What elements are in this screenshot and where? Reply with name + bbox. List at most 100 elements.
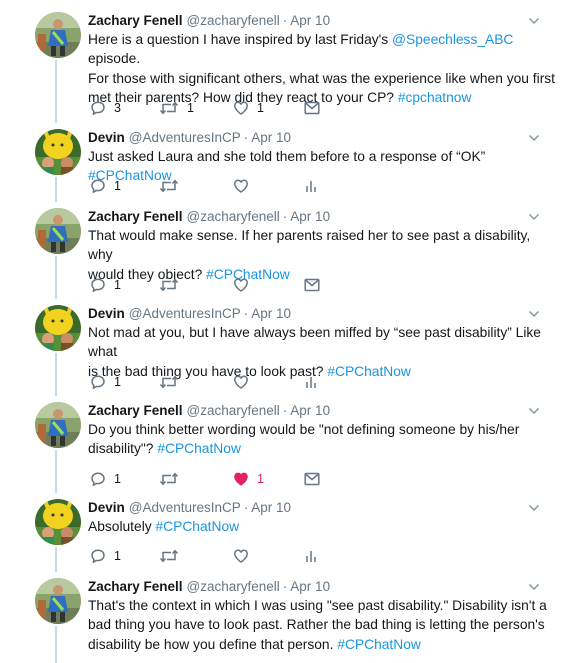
hashtag-link[interactable]: #CPChatNow: [337, 637, 421, 652]
direct-message-button[interactable]: [304, 470, 320, 488]
tweet-timestamp[interactable]: Apr 10: [290, 403, 330, 418]
author-handle[interactable]: @zacharyfenell: [187, 579, 280, 594]
analytics-button[interactable]: [304, 177, 318, 195]
hashtag-link[interactable]: #CPChatNow: [157, 441, 241, 456]
tweet-text-segment: disability"?: [88, 441, 158, 457]
tweet[interactable]: Zachary Fenell @zacharyfenell · Apr 10 That …: [0, 208, 574, 305]
analytics-button[interactable]: [304, 373, 318, 391]
reply-icon: [90, 178, 106, 194]
tweet-text-segment: That would make sense. If her parents ra…: [88, 228, 531, 263]
author-name[interactable]: Zachary Fenell: [88, 579, 183, 594]
like-button[interactable]: [233, 177, 257, 195]
tweet-timestamp[interactable]: Apr 10: [251, 306, 291, 321]
reply-button[interactable]: 1: [90, 470, 121, 488]
retweet-button[interactable]: [159, 547, 187, 565]
avatar[interactable]: [35, 578, 81, 624]
tweet-text-line: Absolutely #CPChatNow: [88, 517, 558, 536]
retweet-button[interactable]: 1: [159, 99, 194, 117]
author-name[interactable]: Zachary Fenell: [88, 13, 183, 28]
avatar[interactable]: [35, 12, 81, 58]
tweet[interactable]: Zachary Fenell @zacharyfenell · Apr 10 Do yo…: [0, 402, 574, 499]
author-handle[interactable]: @zacharyfenell: [187, 209, 280, 224]
retweet-button[interactable]: [159, 177, 187, 195]
analytics-icon: [304, 548, 318, 564]
tweet-text-segment: bad thing you have to look past. Rather …: [88, 617, 545, 633]
reply-button[interactable]: 1: [90, 547, 121, 565]
hashtag-link[interactable]: @Speechless_ABC: [392, 32, 513, 47]
tweet-text-segment: Just asked Laura and she told them befor…: [88, 149, 486, 164]
reply-icon: [90, 277, 106, 293]
like-button[interactable]: [233, 547, 257, 565]
retweet-icon: [159, 277, 179, 293]
retweet-button[interactable]: [159, 373, 187, 391]
caret-down-icon[interactable]: [528, 307, 540, 319]
reply-button[interactable]: 1: [90, 177, 121, 195]
tweet-timestamp[interactable]: Apr 10: [290, 579, 330, 594]
avatar[interactable]: [35, 402, 81, 448]
hashtag-link[interactable]: #cpchatnow: [398, 90, 472, 105]
retweet-icon: [159, 100, 179, 116]
tweet-timestamp[interactable]: Apr 10: [251, 130, 291, 145]
tweet-text-line: bad thing you have to look past. Rather …: [88, 615, 558, 634]
tweet-text-segment: Absolutely: [88, 519, 156, 534]
tweet-header: Zachary Fenell @zacharyfenell · Apr 10: [88, 402, 330, 420]
hashtag-link[interactable]: #CPChatNow: [327, 364, 411, 379]
tweet-timestamp[interactable]: Apr 10: [290, 209, 330, 224]
tweet-text-line: Do you think better wording would be "no…: [88, 420, 558, 439]
tweet-text-line: disability"? #CPChatNow: [88, 439, 558, 458]
tweet[interactable]: Devin @AdventuresInCP · Apr 10 Just asked La…: [0, 129, 574, 208]
caret-down-icon[interactable]: [528, 210, 540, 222]
author-name[interactable]: Zachary Fenell: [88, 209, 183, 224]
retweet-button[interactable]: [159, 470, 187, 488]
tweet-text-line: Here is a question I have inspired by la…: [88, 30, 558, 69]
tweet[interactable]: Zachary Fenell @zacharyfenell · Apr 10 That'…: [0, 578, 574, 663]
tweet-text-line: That's the context in which I was using …: [88, 596, 558, 615]
avatar[interactable]: [35, 208, 81, 254]
author-handle[interactable]: @AdventuresInCP: [129, 306, 241, 321]
separator-dot: ·: [243, 130, 249, 145]
author-name[interactable]: Zachary Fenell: [88, 403, 183, 418]
like-button[interactable]: 1: [233, 470, 264, 488]
tweet-timestamp[interactable]: Apr 10: [290, 13, 330, 28]
retweet-icon: [159, 374, 179, 390]
separator-dot: ·: [282, 403, 288, 418]
caret-down-icon[interactable]: [528, 14, 540, 26]
reply-button[interactable]: 1: [90, 276, 121, 294]
tweet-header: Zachary Fenell @zacharyfenell · Apr 10: [88, 578, 330, 596]
reply-button[interactable]: 1: [90, 373, 121, 391]
avatar[interactable]: [35, 305, 81, 351]
avatar[interactable]: [35, 129, 81, 175]
like-button[interactable]: 1: [233, 99, 264, 117]
like-button[interactable]: [233, 276, 257, 294]
author-handle[interactable]: @AdventuresInCP: [129, 500, 241, 515]
tweet-timestamp[interactable]: Apr 10: [251, 500, 291, 515]
caret-down-icon[interactable]: [528, 404, 540, 416]
direct-message-button[interactable]: [304, 276, 320, 294]
like-button[interactable]: [233, 373, 257, 391]
tweet[interactable]: Zachary Fenell @zacharyfenell · Apr 10 Here …: [0, 12, 574, 129]
heart-icon: [233, 100, 249, 116]
caret-down-icon[interactable]: [528, 131, 540, 143]
heart-icon: [233, 178, 249, 194]
avatar[interactable]: [35, 499, 81, 545]
author-handle[interactable]: @zacharyfenell: [187, 13, 280, 28]
reply-button[interactable]: 3: [90, 99, 121, 117]
retweet-button[interactable]: [159, 276, 187, 294]
author-name[interactable]: Devin: [88, 130, 125, 145]
analytics-button[interactable]: [304, 547, 318, 565]
caret-down-icon[interactable]: [528, 580, 540, 592]
direct-message-button[interactable]: [304, 99, 320, 117]
author-handle[interactable]: @AdventuresInCP: [129, 130, 241, 145]
tweet-text-segment: Not mad at you, but I have always been m…: [88, 325, 541, 360]
like-count: 1: [257, 471, 264, 486]
tweet[interactable]: Devin @AdventuresInCP · Apr 10 Not mad at yo…: [0, 305, 574, 402]
author-name[interactable]: Devin: [88, 306, 125, 321]
separator-dot: ·: [282, 13, 288, 28]
analytics-icon: [304, 178, 318, 194]
tweet-text-segment: For those with significant others, what …: [88, 70, 556, 86]
hashtag-link[interactable]: #CPChatNow: [156, 519, 240, 534]
caret-down-icon[interactable]: [528, 501, 540, 513]
tweet[interactable]: Devin @AdventuresInCP · Apr 10 Absolutely #C…: [0, 499, 574, 578]
author-handle[interactable]: @zacharyfenell: [187, 403, 280, 418]
author-name[interactable]: Devin: [88, 500, 125, 515]
